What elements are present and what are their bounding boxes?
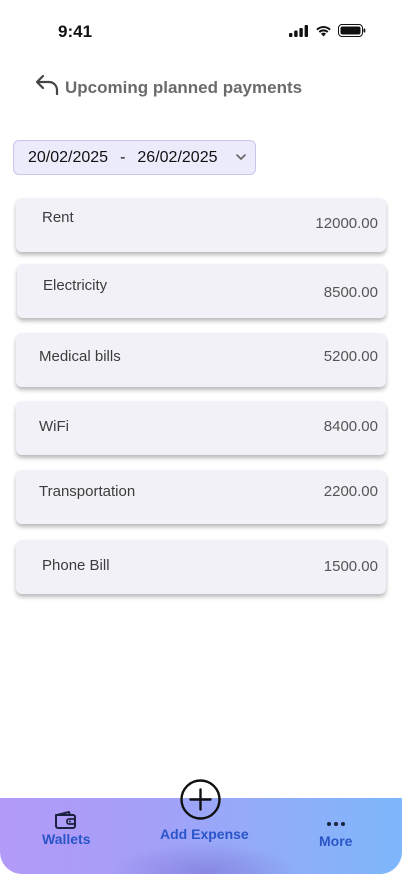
payment-name: Phone Bill (42, 557, 110, 574)
payment-name: Transportation (39, 483, 136, 500)
payment-card-medical-bills[interactable]: Medical bills 5200.00 (16, 333, 386, 387)
payment-amount: 12000.00 (315, 215, 378, 232)
payment-card-transportation[interactable]: Transportation 2200.00 (16, 470, 386, 524)
back-arrow-icon[interactable] (34, 72, 62, 100)
chevron-down-icon (236, 154, 246, 160)
payment-name: Medical bills (39, 348, 121, 365)
wallet-icon (55, 811, 77, 829)
header: Upcoming planned payments (34, 72, 302, 100)
nav-label-wallets: Wallets (42, 831, 91, 847)
payment-amount: 1500.00 (323, 558, 378, 575)
battery-icon (338, 24, 366, 37)
wifi-icon (316, 25, 331, 36)
date-range-selector[interactable]: 20/02/2025 - 26/02/2025 (13, 140, 256, 175)
payment-amount: 2200.00 (323, 483, 378, 500)
date-start: 20/02/2025 (28, 148, 109, 166)
date-separator: - (120, 148, 126, 166)
nav-glow (110, 842, 300, 874)
payment-card-rent[interactable]: Rent 12000.00 (16, 198, 386, 252)
nav-label-more: More (319, 833, 353, 849)
nav-item-more[interactable]: More (319, 820, 352, 849)
status-time: 9:41 (58, 22, 93, 41)
payment-name: Electricity (43, 277, 108, 294)
payment-amount: 5200.00 (323, 348, 378, 365)
payment-card-electricity[interactable]: Electricity 8500.00 (17, 264, 386, 318)
nav-item-wallets[interactable]: Wallets (42, 810, 91, 847)
nav-label-add-expense: Add Expense (160, 826, 249, 842)
nav-item-add-expense[interactable]: Add Expense (160, 826, 249, 842)
payment-name: WiFi (39, 418, 69, 435)
signal-icon (289, 24, 308, 37)
payment-card-phone-bill[interactable]: Phone Bill 1500.00 (16, 540, 386, 594)
more-dots-icon (326, 822, 345, 826)
payment-amount: 8400.00 (323, 418, 378, 435)
status-bar: 9:41 (0, 0, 402, 56)
date-end: 26/02/2025 (137, 148, 218, 166)
payment-card-wifi[interactable]: WiFi 8400.00 (16, 401, 386, 455)
payment-name: Rent (42, 209, 74, 226)
plus-circle-icon[interactable] (180, 779, 221, 820)
payment-amount: 8500.00 (323, 284, 378, 301)
status-icons (289, 24, 366, 37)
page-title: Upcoming planned payments (65, 78, 303, 97)
